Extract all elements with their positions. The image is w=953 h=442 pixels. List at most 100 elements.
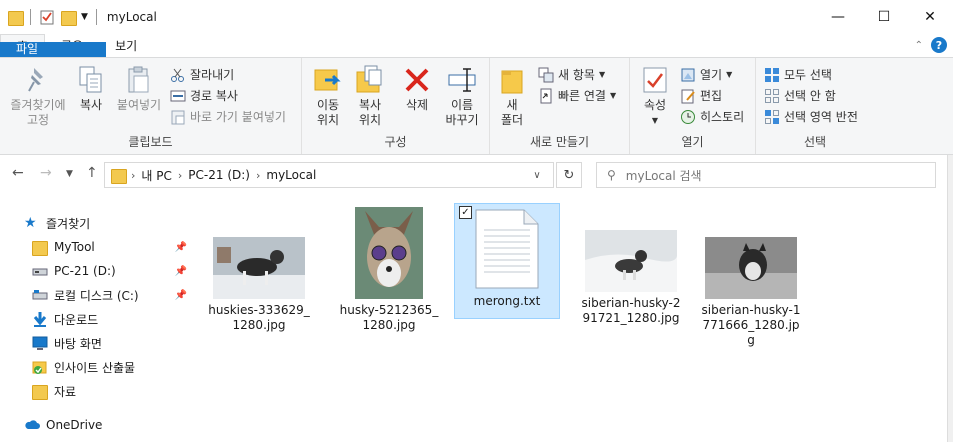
- new-group-label: 새로 만들기: [529, 135, 589, 149]
- new-item-button[interactable]: 새 항목 ▼: [538, 66, 605, 83]
- file-name: huskies-333629_ 1280.jpg: [208, 303, 310, 332]
- sidebar-item-label: 인사이트 산출물: [54, 360, 136, 375]
- breadcrumb-this-pc[interactable]: 내 PC: [141, 167, 171, 184]
- sidebar-item-mytool[interactable]: MyTool 📌: [0, 235, 195, 259]
- close-button[interactable]: ✕: [907, 0, 953, 34]
- rename-button[interactable]: 이름 바꾸기: [442, 64, 482, 128]
- easy-access-button[interactable]: 빠른 연결 ▼: [538, 87, 616, 104]
- ribbon: 즐겨찾기에 고정 복사 붙여넣기 잘라내기 경로 복사 바로 가기 붙여넣기 클…: [0, 57, 953, 155]
- text-file-icon: [475, 209, 539, 289]
- select-all-button[interactable]: 모두 선택: [764, 66, 832, 83]
- window-title: myLocal: [106, 10, 157, 24]
- tab-view[interactable]: 보기: [99, 34, 153, 57]
- breadcrumb-folder[interactable]: myLocal: [266, 168, 316, 182]
- sidebar-item-label: PC-21 (D:): [54, 264, 116, 278]
- search-icon: ⚲: [607, 168, 616, 182]
- file-item[interactable]: siberian-husky-2 91721_1280.jpg: [578, 203, 684, 326]
- back-arrow-icon[interactable]: ←: [12, 165, 24, 181]
- chevron-down-icon: ▼: [598, 70, 606, 79]
- pin-icon[interactable]: 📌: [175, 290, 187, 301]
- minimize-button[interactable]: —: [815, 0, 861, 34]
- copy-path-button[interactable]: 경로 복사: [170, 87, 238, 104]
- pin-icon[interactable]: 📌: [175, 266, 187, 277]
- copy-to-button[interactable]: 복사 위치: [350, 64, 390, 128]
- up-arrow-icon[interactable]: ↑: [86, 165, 98, 181]
- open-group-label: 열기: [681, 135, 704, 149]
- forward-arrow-icon[interactable]: →: [40, 165, 52, 181]
- new-item-icon: [538, 67, 554, 83]
- refresh-icon[interactable]: ↻: [556, 162, 582, 188]
- desktop-icon: [32, 335, 48, 351]
- chevron-right-icon: ›: [177, 168, 183, 182]
- sidebar-item-onedrive[interactable]: OneDrive: [0, 413, 195, 437]
- select-all-icon: [764, 67, 780, 83]
- delete-button[interactable]: 삭제: [400, 64, 434, 113]
- checkbox-checked-icon[interactable]: ✓: [459, 206, 472, 219]
- clipboard-group-label: 클립보드: [128, 135, 173, 149]
- open-group: 속성 ▼ 열기 ▼ 편집 히스토리 열기: [630, 58, 756, 154]
- chevron-down-icon: ▼: [651, 116, 659, 125]
- new-folder-quick-icon[interactable]: [61, 9, 77, 26]
- breadcrumb-drive[interactable]: PC-21 (D:): [188, 168, 250, 182]
- file-item-selected[interactable]: ✓ merong.txt: [454, 203, 560, 319]
- move-to-button[interactable]: 이동 위치: [308, 64, 348, 128]
- file-item[interactable]: husky-5212365_ 1280.jpg: [336, 203, 442, 333]
- new-group: 새 폴더 새 항목 ▼ 빠른 연결 ▼ 새로 만들기: [490, 58, 630, 154]
- file-name: merong.txt: [473, 294, 541, 308]
- sidebar-item-materials[interactable]: 자료: [0, 379, 195, 403]
- search-box[interactable]: ⚲ myLocal 검색: [596, 162, 936, 188]
- chevron-right-icon: ›: [255, 168, 261, 182]
- paste-icon: [124, 64, 154, 96]
- copy-button[interactable]: 복사: [72, 64, 110, 113]
- folder-icon: [8, 9, 24, 26]
- new-folder-button[interactable]: 새 폴더: [496, 64, 528, 128]
- properties-button[interactable]: 속성 ▼: [638, 64, 672, 128]
- chevron-right-icon: ›: [131, 168, 136, 182]
- chevron-up-icon[interactable]: ⌃: [915, 40, 923, 51]
- sidebar-item-insight-output[interactable]: 인사이트 산출물: [0, 355, 195, 379]
- file-name: siberian-husky-2 91721_1280.jpg: [581, 296, 681, 325]
- open-label: 열기: [700, 68, 723, 82]
- file-item[interactable]: huskies-333629_ 1280.jpg: [206, 203, 312, 333]
- properties-quick-icon[interactable]: [39, 9, 55, 25]
- paste-shortcut-button[interactable]: 바로 가기 붙여넣기: [170, 108, 286, 125]
- sidebar-item-downloads[interactable]: 다운로드: [0, 307, 195, 331]
- sidebar-item-drive-d[interactable]: PC-21 (D:) 📌: [0, 259, 195, 283]
- open-button[interactable]: 열기 ▼: [680, 66, 732, 83]
- right-scrollbar-edge[interactable]: [947, 155, 953, 442]
- paste-label: 붙여넣기: [116, 98, 162, 112]
- paste-shortcut-label: 바로 가기 붙여넣기: [190, 110, 286, 124]
- sidebar-item-drive-c[interactable]: 로컬 디스크 (C:) 📌: [0, 283, 195, 307]
- invert-selection-label: 선택 영역 반전: [784, 110, 858, 124]
- chevron-down-icon: ▼: [726, 70, 733, 79]
- edit-button[interactable]: 편집: [680, 87, 722, 104]
- address-dropdown-chevron-icon[interactable]: ∨: [520, 162, 554, 188]
- sidebar-item-quick-access[interactable]: ★ 즐겨찾기: [0, 211, 195, 235]
- history-button[interactable]: 히스토리: [680, 108, 744, 125]
- sidebar-item-label: OneDrive: [46, 418, 103, 432]
- chevron-down-icon: ▼: [609, 91, 617, 100]
- address-bar[interactable]: › 내 PC › PC-21 (D:) › myLocal: [104, 162, 554, 188]
- pin-icon[interactable]: 📌: [175, 242, 187, 253]
- cut-button[interactable]: 잘라내기: [170, 66, 234, 83]
- recent-chevron-down-icon[interactable]: ▼: [66, 169, 73, 179]
- sidebar-item-desktop[interactable]: 바탕 화면: [0, 331, 195, 355]
- tab-file[interactable]: 파일: [0, 42, 106, 57]
- properties-icon: [640, 64, 670, 96]
- file-item[interactable]: siberian-husky-1 771666_1280.jp g: [698, 203, 804, 348]
- help-icon[interactable]: ?: [931, 37, 947, 53]
- invert-selection-button[interactable]: 선택 영역 반전: [764, 108, 858, 125]
- rename-label: 이름 바꾸기: [445, 98, 479, 127]
- chevron-down-icon[interactable]: ▼: [81, 12, 88, 22]
- copy-icon: [76, 64, 106, 96]
- paste-button[interactable]: 붙여넣기: [112, 64, 166, 113]
- select-all-label: 모두 선택: [784, 68, 832, 82]
- delete-x-icon: [402, 64, 432, 96]
- drive-icon: [32, 263, 48, 279]
- sidebar-item-label: 로컬 디스크 (C:): [54, 288, 139, 303]
- move-to-label: 이동 위치: [316, 98, 340, 127]
- pin-to-quick-access-button[interactable]: 즐겨찾기에 고정: [6, 64, 70, 128]
- select-none-button[interactable]: 선택 안 함: [764, 87, 836, 104]
- maximize-button[interactable]: ☐: [861, 0, 907, 34]
- folder-icon: [32, 383, 48, 400]
